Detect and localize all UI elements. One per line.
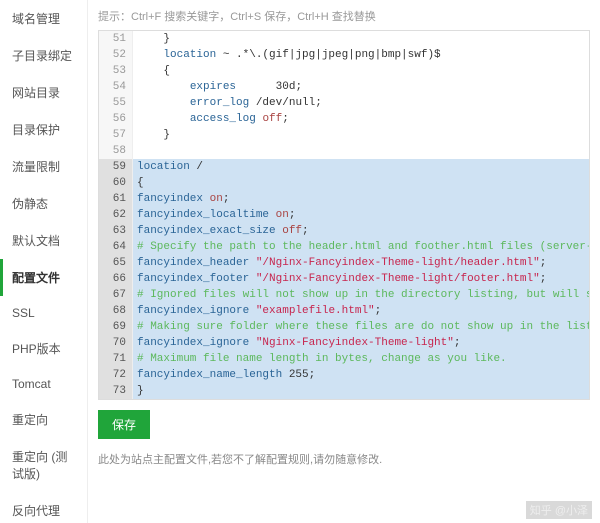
code-line[interactable]: 51 } — [99, 31, 589, 47]
line-number: 56 — [99, 111, 133, 127]
code-text[interactable]: { — [133, 63, 589, 79]
config-warning: 此处为站点主配置文件,若您不了解配置规则,请勿随意修改. — [98, 451, 590, 467]
code-text[interactable]: access_log off; — [133, 111, 589, 127]
line-number: 71 — [99, 351, 133, 367]
sidebar-item-3[interactable]: 目录保护 — [0, 111, 87, 148]
code-text[interactable]: # Maximum file name length in bytes, cha… — [133, 351, 589, 367]
code-line[interactable]: 52 location ~ .*\.(gif|jpg|jpeg|png|bmp|… — [99, 47, 589, 63]
code-text[interactable]: location ~ .*\.(gif|jpg|jpeg|png|bmp|swf… — [133, 47, 589, 63]
code-text[interactable]: # Making sure folder where these files a… — [133, 319, 589, 335]
line-number: 51 — [99, 31, 133, 47]
code-line[interactable]: 66fancyindex_footer "/Nginx-Fancyindex-T… — [99, 271, 589, 287]
sidebar-item-0[interactable]: 域名管理 — [0, 0, 87, 37]
code-line[interactable]: 63fancyindex_exact_size off; — [99, 223, 589, 239]
line-number: 53 — [99, 63, 133, 79]
sidebar-item-13[interactable]: 反向代理 — [0, 492, 87, 523]
code-line[interactable]: 53 { — [99, 63, 589, 79]
code-line[interactable]: 68fancyindex_ignore "examplefile.html"; — [99, 303, 589, 319]
code-text[interactable]: fancyindex_ignore "Nginx-Fancyindex-Them… — [133, 335, 589, 351]
line-number: 69 — [99, 319, 133, 335]
code-text[interactable]: # Specify the path to the header.html an… — [133, 239, 589, 255]
code-line[interactable]: 69# Making sure folder where these files… — [99, 319, 589, 335]
code-text[interactable]: } — [133, 127, 589, 143]
code-text[interactable]: fancyindex on; — [133, 191, 589, 207]
code-text[interactable]: fancyindex_localtime on; — [133, 207, 589, 223]
code-text[interactable]: } — [133, 31, 589, 47]
code-line[interactable]: 65fancyindex_header "/Nginx-Fancyindex-T… — [99, 255, 589, 271]
code-line[interactable]: 73} — [99, 383, 589, 399]
code-text[interactable]: } — [133, 383, 589, 399]
code-text[interactable]: error_log /dev/null; — [133, 95, 589, 111]
sidebar: 域名管理子目录绑定网站目录目录保护流量限制伪静态默认文档配置文件SSLPHP版本… — [0, 0, 88, 523]
code-line[interactable]: 67# Ignored files will not show up in th… — [99, 287, 589, 303]
line-number: 62 — [99, 207, 133, 223]
sidebar-item-10[interactable]: Tomcat — [0, 367, 87, 401]
line-number: 65 — [99, 255, 133, 271]
sidebar-item-9[interactable]: PHP版本 — [0, 330, 87, 367]
line-number: 66 — [99, 271, 133, 287]
sidebar-item-11[interactable]: 重定向 — [0, 401, 87, 438]
line-number: 55 — [99, 95, 133, 111]
code-line[interactable]: 64# Specify the path to the header.html … — [99, 239, 589, 255]
code-line[interactable]: 55 error_log /dev/null; — [99, 95, 589, 111]
line-number: 60 — [99, 175, 133, 191]
line-number: 67 — [99, 287, 133, 303]
sidebar-item-2[interactable]: 网站目录 — [0, 74, 87, 111]
line-number: 72 — [99, 367, 133, 383]
code-text[interactable]: fancyindex_name_length 255; — [133, 367, 589, 383]
line-number: 58 — [99, 143, 133, 159]
code-text[interactable]: fancyindex_header "/Nginx-Fancyindex-The… — [133, 255, 589, 271]
code-line[interactable]: 58 — [99, 143, 589, 159]
code-line[interactable]: 59location / — [99, 159, 589, 175]
line-number: 63 — [99, 223, 133, 239]
main-panel: 提示：Ctrl+F 搜索关键字，Ctrl+S 保存，Ctrl+H 查找替换 51… — [88, 0, 600, 523]
code-editor[interactable]: 51 }52 location ~ .*\.(gif|jpg|jpeg|png|… — [98, 30, 590, 400]
sidebar-item-5[interactable]: 伪静态 — [0, 185, 87, 222]
sidebar-item-8[interactable]: SSL — [0, 296, 87, 330]
line-number: 61 — [99, 191, 133, 207]
line-number: 54 — [99, 79, 133, 95]
sidebar-item-12[interactable]: 重定向 (测试版) — [0, 438, 87, 492]
line-number: 57 — [99, 127, 133, 143]
code-line[interactable]: 60{ — [99, 175, 589, 191]
line-number: 70 — [99, 335, 133, 351]
line-number: 73 — [99, 383, 133, 399]
code-text[interactable]: fancyindex_footer "/Nginx-Fancyindex-The… — [133, 271, 589, 287]
sidebar-item-6[interactable]: 默认文档 — [0, 222, 87, 259]
code-line[interactable]: 70fancyindex_ignore "Nginx-Fancyindex-Th… — [99, 335, 589, 351]
code-line[interactable]: 71# Maximum file name length in bytes, c… — [99, 351, 589, 367]
code-line[interactable]: 62fancyindex_localtime on; — [99, 207, 589, 223]
sidebar-item-7[interactable]: 配置文件 — [0, 259, 87, 296]
sidebar-item-4[interactable]: 流量限制 — [0, 148, 87, 185]
code-text[interactable]: { — [133, 175, 589, 191]
line-number: 68 — [99, 303, 133, 319]
line-number: 52 — [99, 47, 133, 63]
save-button[interactable]: 保存 — [98, 410, 150, 439]
code-line[interactable]: 54 expires 30d; — [99, 79, 589, 95]
hint-text: 提示：Ctrl+F 搜索关键字，Ctrl+S 保存，Ctrl+H 查找替换 — [98, 8, 590, 24]
watermark: 知乎 @小泽 — [526, 501, 592, 519]
code-line[interactable]: 57 } — [99, 127, 589, 143]
code-text[interactable] — [133, 143, 589, 159]
line-number: 64 — [99, 239, 133, 255]
code-text[interactable]: expires 30d; — [133, 79, 589, 95]
code-text[interactable]: fancyindex_exact_size off; — [133, 223, 589, 239]
sidebar-item-1[interactable]: 子目录绑定 — [0, 37, 87, 74]
line-number: 59 — [99, 159, 133, 175]
code-text[interactable]: location / — [133, 159, 589, 175]
code-text[interactable]: # Ignored files will not show up in the … — [133, 287, 589, 303]
code-line[interactable]: 72fancyindex_name_length 255; — [99, 367, 589, 383]
code-line[interactable]: 56 access_log off; — [99, 111, 589, 127]
code-line[interactable]: 61fancyindex on; — [99, 191, 589, 207]
code-text[interactable]: fancyindex_ignore "examplefile.html"; — [133, 303, 589, 319]
